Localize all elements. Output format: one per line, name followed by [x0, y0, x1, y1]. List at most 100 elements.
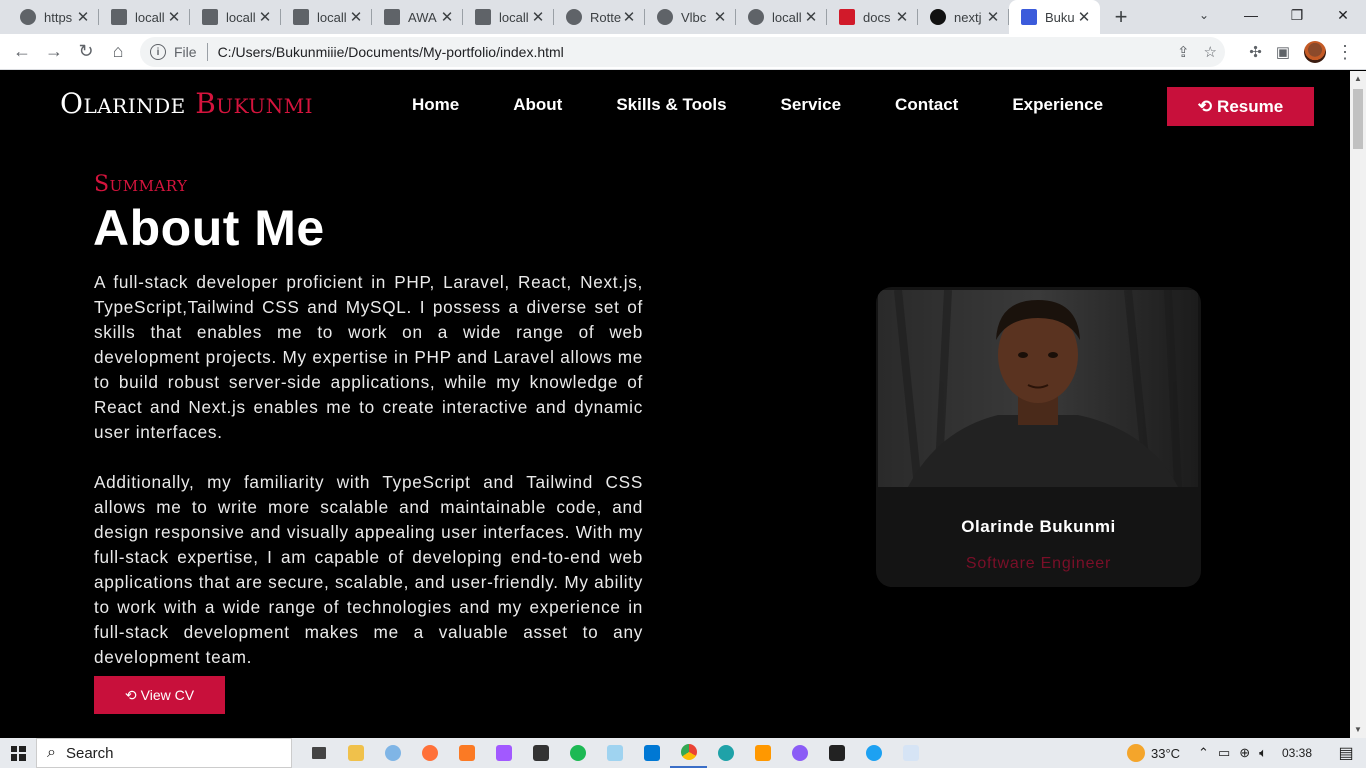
notepad-icon[interactable] [596, 738, 633, 768]
battery-icon[interactable]: ▭ [1218, 745, 1230, 761]
page-scrollbar[interactable]: ▲ ▼ [1350, 71, 1366, 738]
figma-icon[interactable] [485, 738, 522, 768]
home-icon[interactable]: ⌂ [102, 36, 134, 68]
paint-icon[interactable] [374, 738, 411, 768]
nav-link-home[interactable]: Home [412, 95, 459, 115]
browser-tab-strip: https ✕ locall ✕ locall ✕ locall ✕ AWA ✕ locall ✕ Ro… [0, 0, 1366, 34]
browser-tab[interactable]: docs ✕ [827, 0, 918, 34]
browser-tab[interactable]: locall ✕ [463, 0, 554, 34]
browser-tab[interactable]: locall ✕ [190, 0, 281, 34]
sublime-icon[interactable] [744, 738, 781, 768]
chart-icon [202, 9, 218, 25]
side-panel-icon[interactable]: ▣ [1276, 43, 1290, 61]
start-button[interactable] [0, 738, 36, 768]
browser-tab[interactable]: locall ✕ [736, 0, 827, 34]
box-icon [111, 9, 127, 25]
app-icon[interactable] [892, 738, 929, 768]
next-icon [930, 9, 946, 25]
taskbar-search[interactable]: ⌕ Search [36, 738, 292, 768]
close-tab-icon[interactable]: ✕ [985, 8, 1001, 26]
view-cv-button[interactable]: ⟲ View CV [94, 676, 225, 714]
brand-first-name: Olarinde [60, 87, 186, 120]
scrollbar-thumb[interactable] [1353, 89, 1363, 149]
close-tab-icon[interactable]: ✕ [894, 8, 910, 26]
about-paragraph-2: Additionally, my familiarity with TypeSc… [94, 472, 643, 667]
address-bar[interactable]: i File C:/Users/Bukunmiiie/Documents/My-… [140, 37, 1225, 67]
resume-button[interactable]: ⟲ Resume [1167, 87, 1314, 126]
tab-title: https [44, 9, 73, 25]
section-kicker: Summary [94, 172, 188, 197]
clock[interactable]: 03:38 [1282, 746, 1312, 760]
close-tab-icon[interactable]: ✕ [348, 8, 364, 26]
taskbar-search-label: Search [65, 744, 114, 762]
browser-tab[interactable]: Vlbc ✕ [645, 0, 736, 34]
bookmark-star-icon[interactable]: ☆ [1204, 43, 1217, 61]
store-icon[interactable] [522, 738, 559, 768]
edge-icon[interactable] [707, 738, 744, 768]
terminal-icon[interactable] [818, 738, 855, 768]
extensions-icon[interactable]: ✣ [1249, 43, 1262, 61]
url-text[interactable]: C:/Users/Bukunmiiie/Documents/My-portfol… [218, 44, 564, 60]
close-tab-icon[interactable]: ✕ [257, 8, 273, 26]
site-header: Olarinde Bukunmi Home About Skills & Tools… [0, 71, 1350, 141]
forward-icon[interactable]: → [38, 36, 70, 68]
language-icon[interactable]: ⊕ [1239, 745, 1250, 761]
firefox-icon[interactable] [411, 738, 448, 768]
close-tab-icon[interactable]: ✕ [1076, 8, 1092, 26]
search-icon: ⌕ [47, 744, 56, 761]
close-tab-icon[interactable]: ✕ [621, 8, 637, 26]
scroll-up-icon[interactable]: ▲ [1350, 71, 1366, 87]
browser-tab[interactable]: locall ✕ [99, 0, 190, 34]
globe-icon [20, 9, 36, 25]
nav-link-experience[interactable]: Experience [1012, 95, 1103, 115]
scroll-down-icon[interactable]: ▼ [1350, 722, 1366, 738]
vscode-icon[interactable] [633, 738, 670, 768]
minimize-button[interactable]: — [1228, 0, 1274, 30]
github-desktop-icon[interactable] [781, 738, 818, 768]
close-window-button[interactable]: ✕ [1320, 0, 1366, 30]
close-tab-icon[interactable]: ✕ [530, 8, 546, 26]
reload-icon[interactable]: ↻ [70, 36, 102, 68]
nav-link-skills-tools[interactable]: Skills & Tools [616, 95, 726, 115]
close-tab-icon[interactable]: ✕ [75, 8, 91, 26]
volume-icon[interactable]: 🔈︎ [1259, 745, 1267, 761]
file-explorer-icon[interactable] [337, 738, 374, 768]
browser-tab[interactable]: Buku ✕ [1009, 0, 1100, 34]
profile-photo [878, 290, 1198, 487]
close-tab-icon[interactable]: ✕ [803, 8, 819, 26]
spotify-icon[interactable] [559, 738, 596, 768]
about-paragraph-1: A full-stack developer proficient in PHP… [94, 272, 643, 442]
browser-menu-icon[interactable]: ⋮ [1336, 34, 1354, 70]
close-tab-icon[interactable]: ✕ [166, 8, 182, 26]
tab-search-icon[interactable]: ⌄ [1190, 5, 1218, 25]
share-icon[interactable]: ⇪ [1177, 43, 1190, 61]
profile-avatar[interactable] [1304, 41, 1326, 63]
close-tab-icon[interactable]: ✕ [712, 8, 728, 26]
task-view-icon[interactable] [300, 738, 337, 768]
xampp-icon[interactable] [448, 738, 485, 768]
browser-tab[interactable]: AWA ✕ [372, 0, 463, 34]
site-info-icon[interactable]: i [150, 44, 166, 60]
weather-widget[interactable]: 33°C [1127, 744, 1180, 762]
site-logo[interactable]: Olarinde Bukunmi [60, 87, 313, 120]
close-tab-icon[interactable]: ✕ [439, 8, 455, 26]
chrome-icon[interactable] [670, 738, 707, 768]
notifications-icon[interactable]: ▤ [1326, 743, 1366, 763]
new-tab-button[interactable]: + [1106, 0, 1136, 34]
nav-link-about[interactable]: About [513, 95, 562, 115]
back-icon[interactable]: ← [6, 36, 38, 68]
history-icon: ⟲ [1197, 96, 1213, 116]
nav-link-service[interactable]: Service [781, 95, 842, 115]
twitter-icon[interactable] [855, 738, 892, 768]
page-title: About Me [93, 200, 325, 256]
doc-icon [475, 9, 491, 25]
tab-title: locall [226, 9, 256, 25]
browser-tab[interactable]: locall ✕ [281, 0, 372, 34]
browser-tab[interactable]: Rotte ✕ [554, 0, 645, 34]
browser-tab[interactable]: nextj ✕ [918, 0, 1009, 34]
brand-last-name: Bukunmi [195, 87, 314, 120]
nav-link-contact[interactable]: Contact [895, 95, 958, 115]
browser-tab[interactable]: https ✕ [8, 0, 99, 34]
tray-chevron-icon[interactable]: ⌃ [1198, 745, 1209, 761]
maximize-button[interactable]: ❐ [1274, 0, 1320, 30]
